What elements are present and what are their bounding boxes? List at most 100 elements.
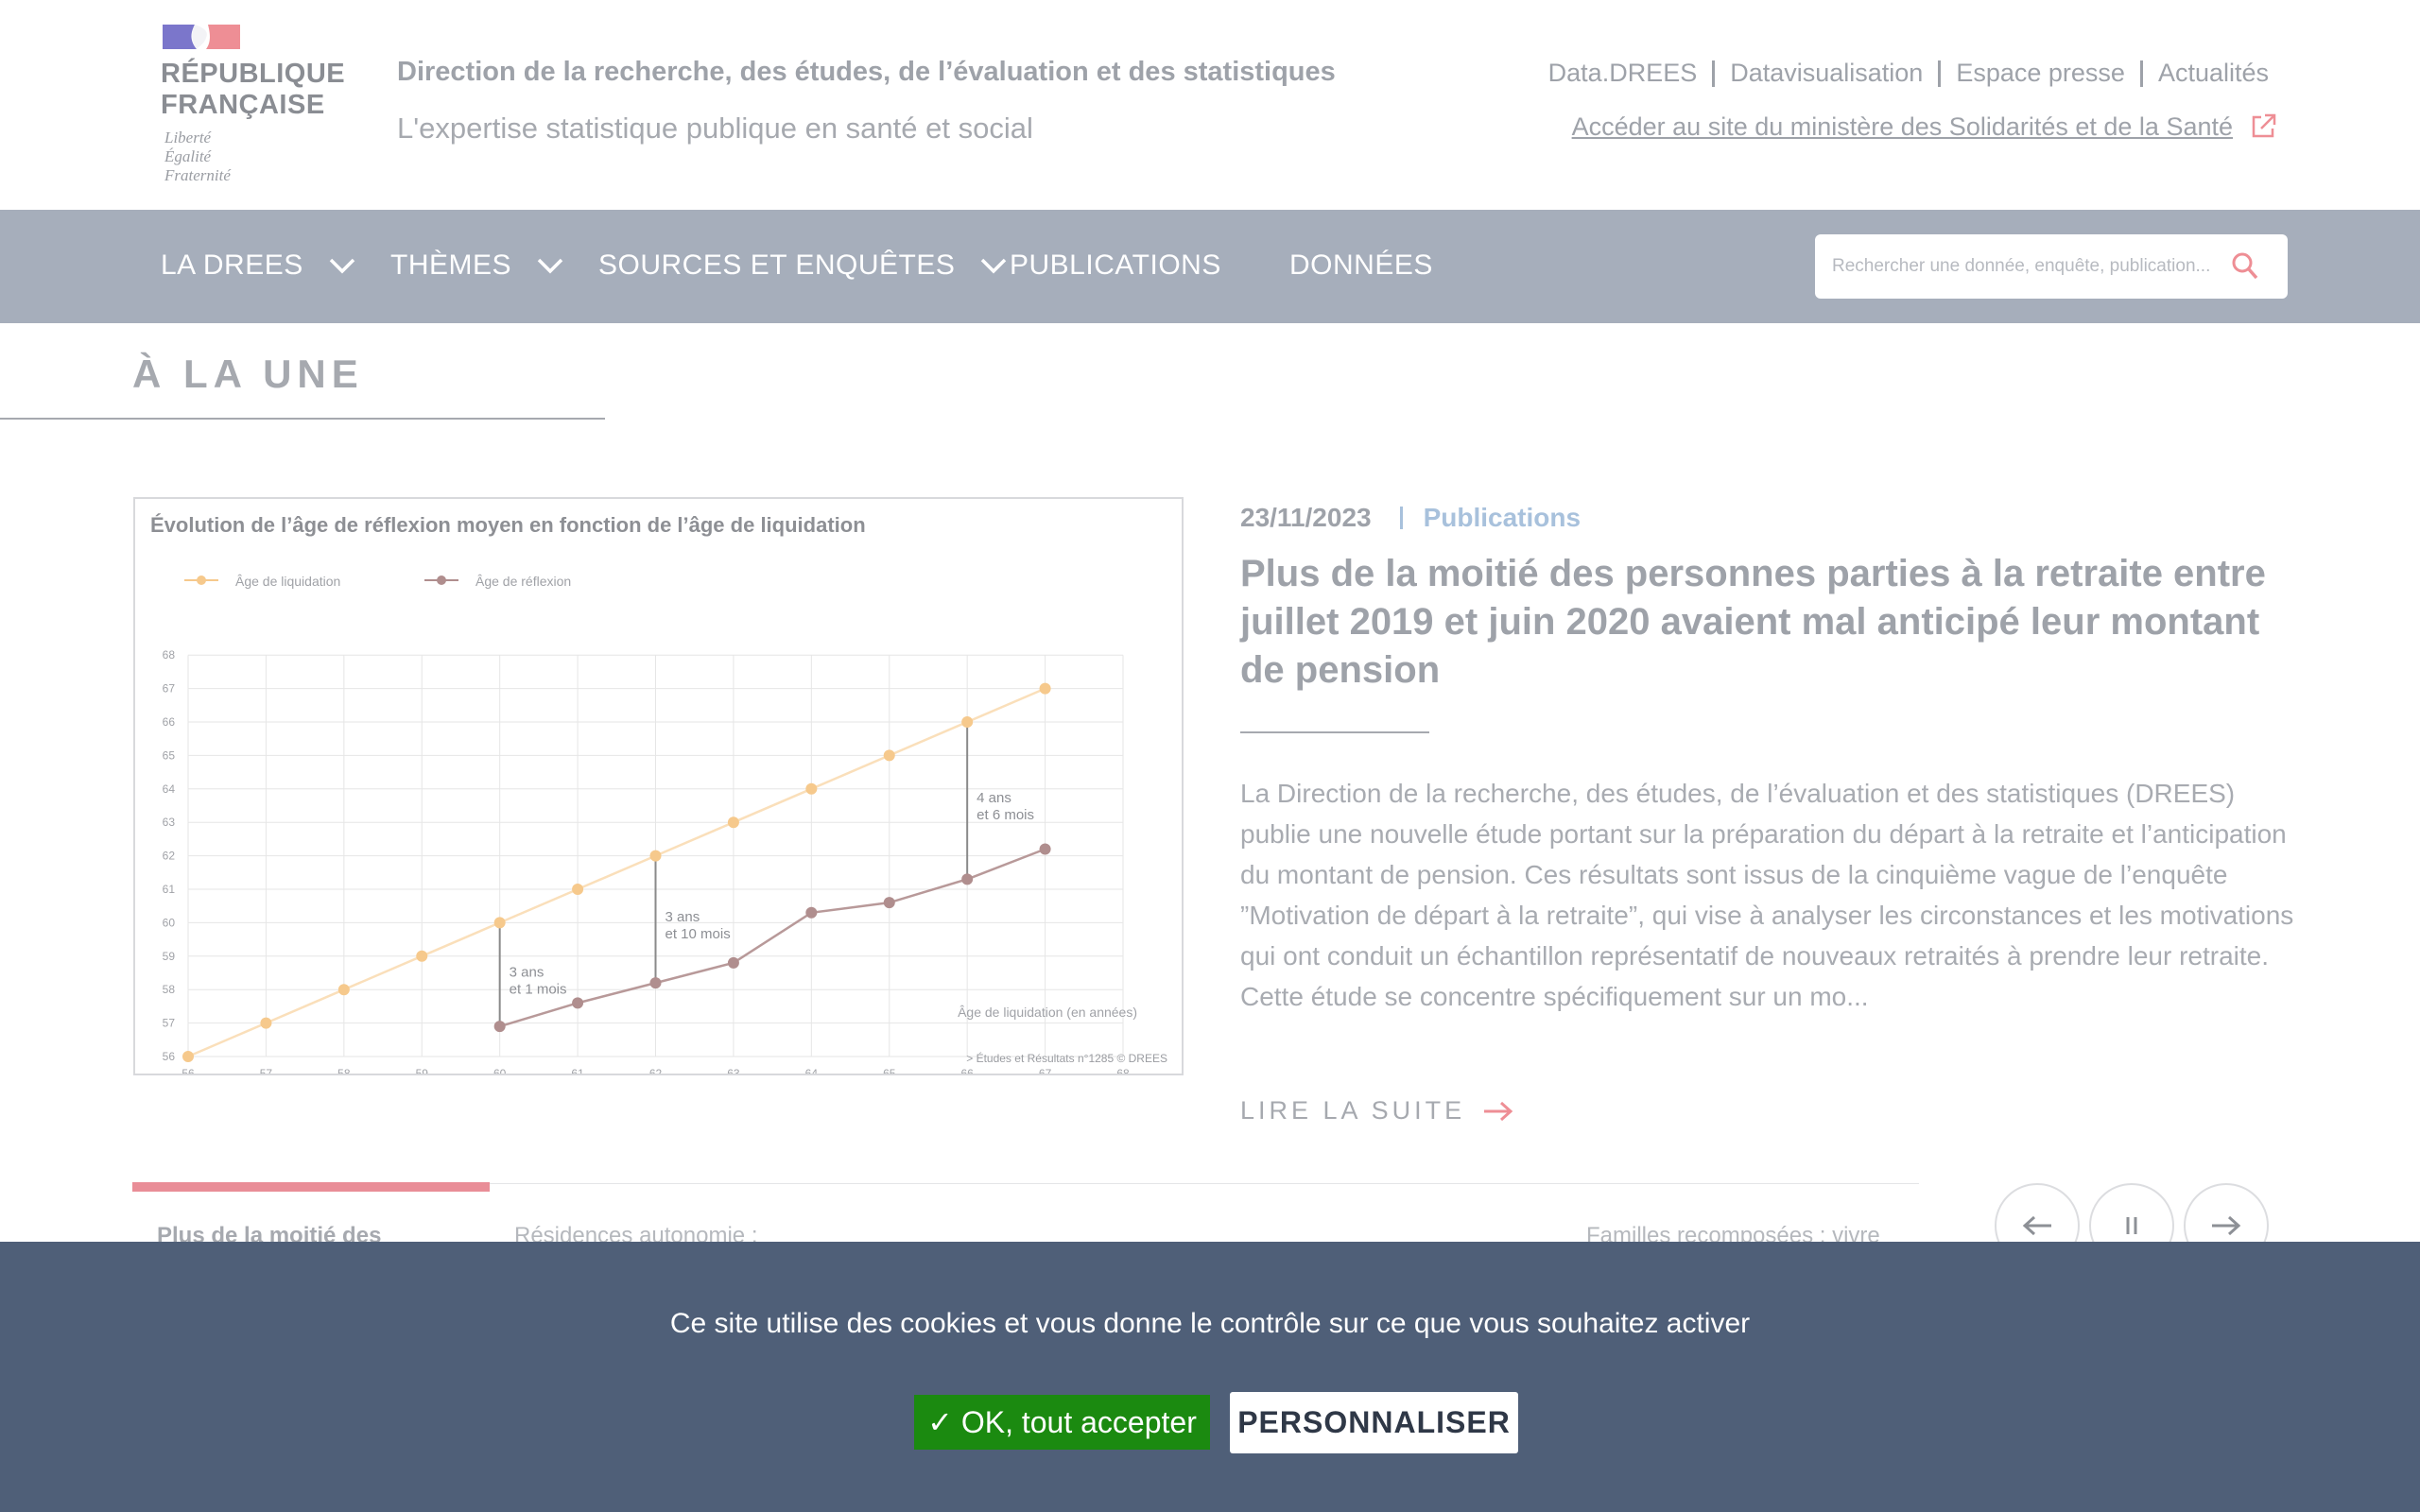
logo-motto-line1: Liberté — [164, 129, 212, 146]
nav-item-label: PUBLICATIONS — [1010, 249, 1221, 281]
series-point-reflexion — [727, 956, 739, 969]
pause-icon — [2126, 1217, 2137, 1234]
chart-x-tick-label: 62 — [649, 1067, 663, 1074]
chart-y-tick-label: 67 — [163, 682, 176, 696]
arrow-right-icon — [2212, 1215, 2241, 1236]
chart-x-tick-label: 59 — [416, 1067, 429, 1074]
article-date: 23/11/2023 — [1240, 503, 1372, 532]
nav-item-sources-et-enquetes[interactable]: SOURCES ET ENQUÊTES — [598, 249, 1008, 282]
meta-separator — [1399, 507, 1403, 529]
chart-annotation-line2: et 1 mois — [510, 981, 567, 997]
main-nav: LA DREES THÈMES SOURCES ET ENQUÊTES PUBL… — [0, 210, 2420, 323]
legend-label-reflexion: Âge de réflexion — [475, 574, 571, 589]
nav-item-themes[interactable]: THÈMES — [390, 249, 564, 282]
nav-item-publications[interactable]: PUBLICATIONS — [1010, 249, 1221, 282]
chart-x-tick-label: 61 — [571, 1067, 584, 1074]
chart-y-tick-label: 66 — [163, 715, 176, 729]
chart-x-tick-label: 67 — [1039, 1067, 1052, 1074]
site-header: RÉPUBLIQUE FRANÇAISE Liberté Égalité Fra… — [0, 0, 2420, 210]
chart: 3 anset 1 mois3 anset 10 mois4 anset 6 m… — [150, 513, 1167, 1074]
chart-y-tick-label: 58 — [163, 983, 176, 996]
series-point-liquidation — [416, 950, 428, 962]
carousel-active-indicator — [132, 1182, 490, 1192]
marianne-icon — [163, 25, 240, 49]
top-link-actualites[interactable]: Actualités — [2158, 59, 2269, 88]
chart-y-tick-label: 63 — [163, 816, 176, 829]
top-link-separator — [1938, 60, 1942, 87]
chart-series — [182, 682, 1051, 1062]
customize-cookies-button[interactable]: PERSONNALISER — [1230, 1392, 1518, 1453]
search-box — [1815, 234, 2288, 299]
nav-item-donnees[interactable]: DONNÉES — [1289, 249, 1433, 282]
series-point-liquidation — [805, 782, 818, 795]
ministry-link-label: Accéder au site du ministère des Solidar… — [1571, 112, 2233, 141]
legend-label-liquidation: Âge de liquidation — [235, 574, 340, 589]
series-point-reflexion — [961, 873, 974, 885]
logo-name-line2: FRANÇAISE — [161, 90, 325, 120]
accept-all-cookies-button[interactable]: ✓ OK, tout accepter — [914, 1395, 1210, 1450]
logo-name-line1: RÉPUBLIQUE — [161, 59, 346, 89]
chart-x-tick-label: 65 — [883, 1067, 896, 1074]
article-divider — [1240, 731, 1429, 733]
article-category-link[interactable]: Publications — [1424, 503, 1581, 533]
series-point-reflexion — [493, 1021, 506, 1033]
article-chart-image[interactable]: 3 ans et 1 mois 3 ans et 10 mois 4 ans et 6 m… — [133, 497, 1184, 1075]
article-title[interactable]: Plus de la moitié des personnes parties … — [1240, 550, 2308, 695]
chart-annotation-line1: 3 ans — [510, 964, 544, 980]
series-point-reflexion — [883, 897, 895, 909]
chart-y-tick-label: 57 — [163, 1017, 176, 1030]
read-more-link[interactable]: LIRE LA SUITE — [1240, 1096, 1514, 1125]
logo-motto: Liberté Égalité Fraternité — [164, 129, 231, 185]
series-point-liquidation — [961, 716, 974, 728]
chart-y-tick-label: 61 — [163, 883, 176, 896]
external-link-icon — [2252, 113, 2276, 138]
chart-annotations: 3 anset 1 mois3 anset 10 mois4 anset 6 m… — [498, 722, 1034, 1027]
chart-legend: Âge de liquidation Âge de réflexion — [184, 574, 571, 589]
top-link-espace-presse[interactable]: Espace presse — [1956, 59, 2125, 88]
series-point-liquidation — [883, 749, 895, 762]
section-title: À LA UNE — [132, 352, 364, 396]
chart-source: > Études et Résultats n°1285 © DREES — [966, 1051, 1167, 1065]
chart-y-tick-label: 65 — [163, 748, 176, 762]
chart-xlabel: Âge de liquidation (en années) — [958, 1005, 1137, 1020]
series-point-liquidation — [572, 884, 584, 895]
republique-francaise-logo[interactable]: RÉPUBLIQUE FRANÇAISE Liberté Égalité Fra… — [161, 23, 350, 193]
chart-x-tick-label: 68 — [1116, 1067, 1130, 1074]
article-meta: 23/11/2023 Publications — [1240, 503, 1581, 533]
top-link-datavisualisation[interactable]: Datavisualisation — [1730, 59, 1923, 88]
series-point-reflexion — [805, 906, 818, 919]
chart-x-tick-label: 66 — [960, 1067, 974, 1074]
series-point-liquidation — [260, 1017, 272, 1029]
read-more-label: LIRE LA SUITE — [1240, 1096, 1466, 1125]
chart-x-tick-label: 60 — [493, 1067, 507, 1074]
series-point-reflexion — [649, 977, 662, 989]
top-links: Data.DREES Datavisualisation Espace pres… — [1548, 59, 2269, 88]
search-input[interactable] — [1832, 251, 2220, 282]
chart-y-tick-label: 56 — [163, 1050, 176, 1063]
chart-x-tick-label: 57 — [260, 1067, 273, 1074]
article-summary: La Direction de la recherche, des études… — [1240, 779, 2294, 1011]
chart-annotation-line1: 4 ans — [977, 790, 1011, 806]
chart-x-tick-label: 64 — [805, 1067, 819, 1074]
series-point-liquidation — [182, 1051, 194, 1062]
section-divider — [0, 418, 605, 420]
series-line-liquidation — [187, 687, 1046, 1058]
nav-item-la-drees[interactable]: LA DREES — [161, 249, 356, 282]
series-point-liquidation — [337, 984, 350, 996]
ministry-link[interactable]: Accéder au site du ministère des Solidar… — [1572, 112, 2278, 142]
legend-marker-liquidation — [197, 576, 206, 585]
chart-annotation-line1: 3 ans — [666, 909, 700, 925]
search-icon[interactable] — [2231, 251, 2259, 282]
arrow-right-icon — [1484, 1101, 1513, 1121]
arrow-left-icon — [2022, 1215, 2051, 1236]
series-point-reflexion — [572, 997, 584, 1009]
chevron-down-icon — [981, 258, 1007, 274]
series-point-liquidation — [1039, 682, 1051, 695]
top-link-data-drees[interactable]: Data.DREES — [1548, 59, 1698, 88]
series-point-liquidation — [727, 816, 739, 829]
top-link-separator — [2139, 60, 2143, 87]
page: RÉPUBLIQUE FRANÇAISE Liberté Égalité Fra… — [0, 0, 2420, 1512]
chevron-down-icon — [329, 258, 354, 274]
chart-title: Évolution de l’âge de réflexion moyen en… — [150, 513, 866, 537]
site-title[interactable]: Direction de la recherche, des études, d… — [397, 57, 1336, 88]
